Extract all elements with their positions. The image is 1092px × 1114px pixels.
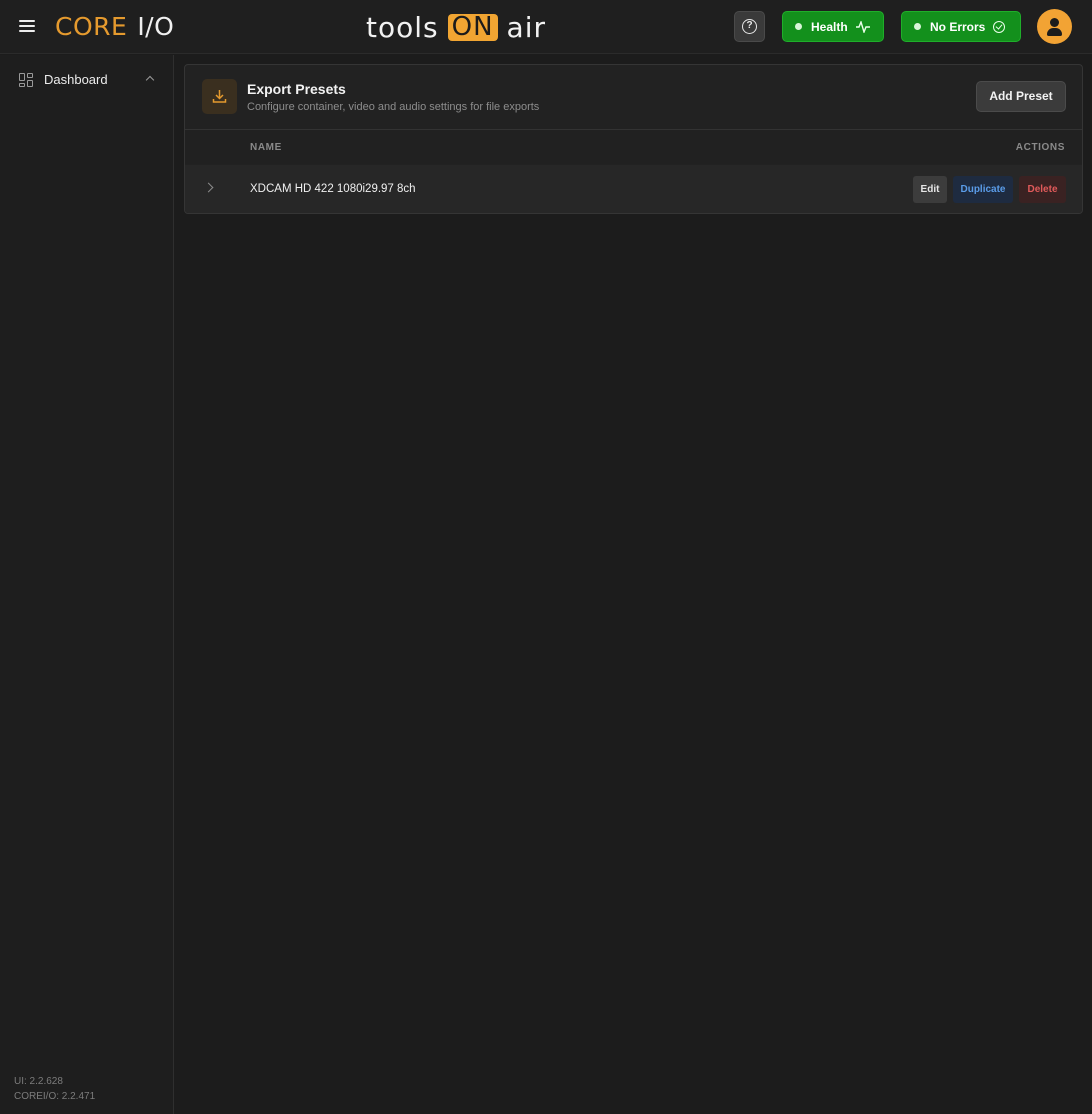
- health-label: Health: [811, 19, 848, 34]
- errors-label: No Errors: [930, 19, 986, 34]
- export-presets-card: Export Presets Configure container, vide…: [184, 64, 1083, 214]
- brand-tools-text: tools: [366, 10, 439, 44]
- column-header-name: NAME: [250, 142, 282, 153]
- sidebar-item-dashboard[interactable]: Dashboard: [0, 68, 173, 92]
- errors-button[interactable]: No Errors: [901, 11, 1021, 42]
- dashboard-grid-icon: [19, 73, 33, 87]
- user-icon-body: [1047, 28, 1062, 36]
- question-mark-icon: ?: [742, 19, 757, 34]
- status-dot-icon: [914, 23, 921, 30]
- user-avatar[interactable]: [1037, 9, 1072, 44]
- sidebar-item-label: Dashboard: [44, 72, 108, 87]
- chevron-up-icon[interactable]: [145, 75, 155, 85]
- user-icon: [1050, 18, 1059, 27]
- delete-button[interactable]: Delete: [1019, 176, 1066, 203]
- logo-io-text: I/O: [137, 11, 175, 41]
- logo-core-text: CORE: [55, 11, 128, 41]
- core-io-logo: CORE I/O: [55, 10, 174, 42]
- download-icon: [202, 79, 237, 114]
- pulse-icon: [855, 20, 870, 33]
- card-header: Export Presets Configure container, vide…: [185, 65, 1082, 130]
- core-version: COREI/O: 2.2.471: [14, 1091, 96, 1102]
- status-dot-icon: [795, 23, 802, 30]
- brand-on-badge: ON: [447, 13, 498, 41]
- brand-air-text: air: [506, 10, 546, 44]
- page-subtitle: Configure container, video and audio set…: [247, 101, 540, 113]
- sidebar: Dashboard UI: 2.2.628 COREI/O: 2.2.471: [0, 55, 174, 1114]
- menu-icon[interactable]: [18, 17, 36, 35]
- ui-version: UI: 2.2.628: [14, 1076, 63, 1087]
- preset-name: XDCAM HD 422 1080i29.97 8ch: [250, 183, 416, 195]
- chevron-right-icon[interactable]: [203, 182, 214, 193]
- tools-on-air-logo: tools ON air: [366, 10, 546, 44]
- page-title: Export Presets: [247, 81, 346, 97]
- check-circle-icon: [993, 20, 1006, 33]
- add-preset-button[interactable]: Add Preset: [976, 81, 1066, 112]
- top-bar: CORE I/O tools ON air ? Health No Errors: [0, 0, 1092, 54]
- column-header-actions: ACTIONS: [1015, 142, 1065, 153]
- table-header: NAME ACTIONS: [185, 130, 1082, 164]
- table-row[interactable]: XDCAM HD 422 1080i29.97 8ch Edit Duplica…: [185, 165, 1082, 213]
- help-button[interactable]: ?: [734, 11, 765, 42]
- edit-button[interactable]: Edit: [913, 176, 947, 203]
- health-button[interactable]: Health: [782, 11, 884, 42]
- duplicate-button[interactable]: Duplicate: [953, 176, 1013, 203]
